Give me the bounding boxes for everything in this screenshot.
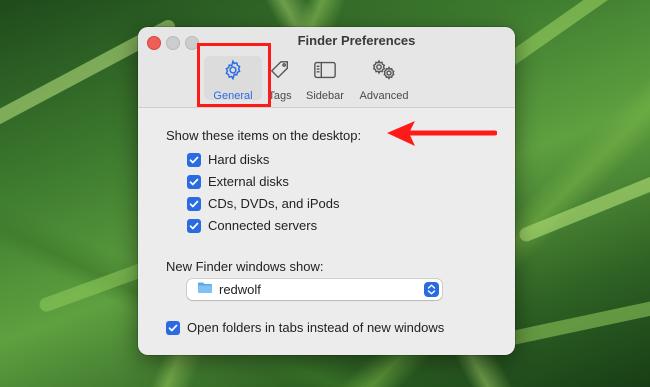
grass-blade: [495, 0, 650, 73]
external-disks-checkbox[interactable]: [187, 174, 201, 189]
open-in-tabs-label: Open folders in tabs instead of new wind…: [187, 320, 445, 335]
sidebar-icon: [313, 59, 337, 86]
checkmark-icon: [189, 200, 199, 207]
desktop-items-heading: Show these items on the desktop:: [166, 128, 362, 143]
connected-servers-checkbox[interactable]: [187, 218, 201, 233]
open-in-tabs-row[interactable]: Open folders in tabs instead of new wind…: [166, 320, 444, 335]
open-in-tabs-checkbox[interactable]: [166, 320, 180, 335]
window-title-text: Finder Preferences: [297, 33, 416, 48]
connected-servers-label: Connected servers: [208, 218, 318, 233]
tab-advanced[interactable]: Advanced: [352, 56, 416, 102]
title-bar: Finder Preferences General Tags Sidebar …: [138, 27, 515, 108]
annotation-highlight-box: [197, 43, 271, 107]
tab-sidebar-label: Sidebar: [306, 90, 344, 102]
finder-preferences-window: Finder Preferences General Tags Sidebar …: [138, 27, 515, 355]
tab-sidebar[interactable]: Sidebar: [298, 56, 352, 102]
new-window-label: New Finder windows show:: [166, 259, 324, 274]
chevron-updown-icon[interactable]: [424, 282, 439, 297]
external-disks-row[interactable]: External disks: [187, 174, 289, 189]
tab-advanced-label: Advanced: [359, 90, 409, 102]
checkmark-icon: [189, 222, 199, 229]
hard-disks-label: Hard disks: [208, 152, 270, 167]
new-window-select[interactable]: redwolf: [187, 279, 442, 300]
external-disks-label: External disks: [208, 174, 289, 189]
checkmark-icon: [189, 156, 199, 163]
hard-disks-checkbox[interactable]: [187, 152, 201, 167]
cds-dvds-ipods-checkbox[interactable]: [187, 196, 201, 211]
hard-disks-row[interactable]: Hard disks: [187, 152, 269, 167]
tag-icon: [269, 59, 291, 86]
cds-dvds-ipods-label: CDs, DVDs, and iPods: [208, 196, 340, 211]
folder-icon: [197, 281, 213, 299]
tab-tags-label: Tags: [268, 90, 292, 102]
new-window-value: redwolf: [219, 282, 261, 297]
annotation-arrow-icon: [387, 121, 497, 146]
grass-blade: [517, 170, 650, 244]
cds-dvds-ipods-row[interactable]: CDs, DVDs, and iPods: [187, 196, 340, 211]
gears-icon: [370, 59, 398, 86]
connected-servers-row[interactable]: Connected servers: [187, 218, 317, 233]
window-title: Finder Preferences: [138, 33, 515, 48]
checkmark-icon: [168, 324, 178, 331]
checkmark-icon: [189, 178, 199, 185]
